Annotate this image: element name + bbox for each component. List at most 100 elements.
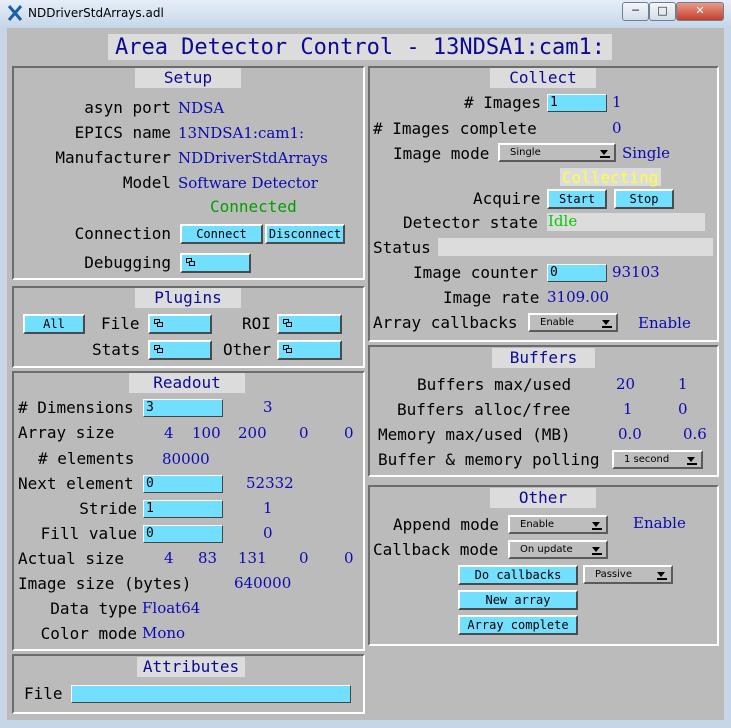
- memory-label: Memory max/used (MB): [378, 425, 571, 444]
- elements-value: 80000: [162, 450, 210, 468]
- readout-title: Readout: [129, 373, 245, 393]
- array-callbacks-label: Array callbacks: [373, 313, 518, 332]
- model-value: Software Detector: [178, 174, 318, 192]
- next-element-value: 52332: [246, 474, 294, 492]
- buffers-max-value: 20: [616, 375, 636, 393]
- image-rate-label: Image rate: [443, 288, 540, 307]
- array-callbacks-select[interactable]: Enable: [528, 313, 618, 332]
- color-mode-value: Mono: [142, 624, 186, 642]
- stride-label: Stride: [79, 499, 137, 518]
- minimize-button[interactable]: ─: [622, 2, 649, 21]
- acquire-start-button[interactable]: Start: [547, 189, 607, 209]
- related-display-icon: [283, 319, 292, 327]
- plugins-all-button[interactable]: All: [23, 314, 85, 334]
- append-mode-label: Append mode: [393, 515, 499, 534]
- array-size-2: 200: [238, 424, 267, 442]
- close-button[interactable]: ✕: [676, 2, 724, 21]
- plugins-title: Plugins: [135, 288, 241, 308]
- passive-select-text: Passive: [595, 569, 632, 580]
- image-counter-input[interactable]: 0: [547, 264, 607, 282]
- stride-input[interactable]: 1: [143, 500, 223, 518]
- array-size-label: Array size: [18, 423, 115, 442]
- detector-state-label: Detector state: [403, 213, 538, 232]
- related-display-icon: [154, 345, 163, 353]
- plugins-file-label: File: [101, 314, 140, 333]
- related-display-icon: [154, 319, 163, 327]
- polling-select[interactable]: 1 second: [612, 450, 703, 469]
- buffers-title: Buffers: [492, 348, 595, 368]
- image-mode-select[interactable]: Single: [498, 143, 616, 162]
- asyn-port-value: NDSA: [178, 99, 225, 117]
- images-complete-label: # Images complete: [373, 119, 537, 138]
- plugins-stats-menu[interactable]: [148, 340, 212, 360]
- manufacturer-value: NDDriverStdArrays: [178, 149, 328, 167]
- fill-value-input[interactable]: 0: [143, 525, 223, 543]
- plugins-other-menu[interactable]: [277, 340, 342, 360]
- next-element-input[interactable]: 0: [143, 475, 223, 493]
- image-counter-label: Image counter: [413, 263, 539, 282]
- stride-value: 1: [263, 499, 273, 517]
- do-callbacks-button[interactable]: Do callbacks: [458, 565, 578, 585]
- array-complete-button[interactable]: Array complete: [458, 615, 578, 635]
- attributes-file-input[interactable]: [71, 685, 351, 703]
- dropdown-bar-icon: [592, 553, 602, 555]
- dimensions-input[interactable]: 3: [143, 399, 223, 417]
- image-mode-label: Image mode: [393, 144, 490, 163]
- image-bytes-value: 640000: [234, 574, 292, 592]
- append-mode-value: Enable: [633, 514, 686, 532]
- attributes-title: Attributes: [137, 657, 245, 677]
- acquire-stop-button[interactable]: Stop: [614, 189, 674, 209]
- actual-size-0: 4: [164, 549, 174, 567]
- setup-title: Setup: [135, 68, 241, 88]
- append-mode-select-text: Enable: [520, 519, 555, 530]
- data-type-label: Data type: [50, 599, 137, 618]
- dropdown-arrow-icon: [657, 572, 665, 577]
- memory-used-value: 0.6: [683, 425, 707, 443]
- dropdown-bar-icon: [657, 578, 667, 580]
- status-label: Status: [373, 238, 431, 257]
- buffers-alloc-free-label: Buffers alloc/free: [397, 400, 571, 419]
- other-title: Other: [490, 488, 596, 508]
- images-input[interactable]: 1: [547, 94, 607, 112]
- new-array-button[interactable]: New array: [458, 590, 578, 610]
- collect-title: Collect: [490, 68, 596, 88]
- epics-name-value: 13NDSA1:cam1:: [178, 124, 305, 142]
- disconnect-button[interactable]: Disconnect: [265, 224, 345, 244]
- plugins-roi-menu[interactable]: [277, 314, 342, 334]
- dimensions-label: # Dimensions: [18, 398, 134, 417]
- fill-value-value: 0: [263, 524, 273, 542]
- next-element-label: Next element: [18, 474, 134, 493]
- model-label: Model: [122, 173, 171, 192]
- actual-size-1: 83: [198, 549, 218, 567]
- data-type-value: Float64: [142, 599, 201, 617]
- plugins-roi-label: ROI: [242, 314, 271, 333]
- passive-select[interactable]: Passive: [583, 565, 673, 584]
- plugins-stats-label: Stats: [92, 340, 141, 359]
- actual-size-4: 0: [344, 549, 354, 567]
- dropdown-arrow-icon: [600, 150, 608, 155]
- append-mode-select[interactable]: Enable: [508, 515, 608, 534]
- image-rate-value: 3109.00: [547, 288, 610, 306]
- maximize-button[interactable]: □: [649, 2, 676, 21]
- dropdown-arrow-icon: [687, 457, 695, 462]
- dropdown-bar-icon: [592, 528, 602, 530]
- connection-label: Connection: [74, 224, 171, 243]
- image-counter-value: 93103: [612, 263, 660, 281]
- plugins-file-menu[interactable]: [148, 314, 212, 334]
- connect-button[interactable]: Connect: [180, 224, 263, 244]
- debugging-menu[interactable]: [180, 253, 251, 273]
- buffers-free-value: 0: [678, 400, 688, 418]
- plugins-other-label: Other: [223, 340, 272, 359]
- memory-max-value: 0.0: [618, 425, 642, 443]
- elements-label: # elements: [38, 449, 135, 468]
- asyn-port-label: asyn port: [84, 98, 171, 117]
- buffers-used-value: 1: [678, 375, 688, 393]
- dropdown-arrow-icon: [592, 522, 600, 527]
- title-bar: NDDriverStdArrays.adl ─ □ ✕: [0, 0, 731, 26]
- detector-state-value: Idle: [548, 212, 578, 230]
- callback-mode-select[interactable]: On update: [508, 540, 608, 559]
- epics-name-label: EPICS name: [74, 123, 171, 142]
- color-mode-label: Color mode: [40, 624, 137, 643]
- dropdown-bar-icon: [687, 463, 697, 465]
- actual-size-3: 0: [299, 549, 309, 567]
